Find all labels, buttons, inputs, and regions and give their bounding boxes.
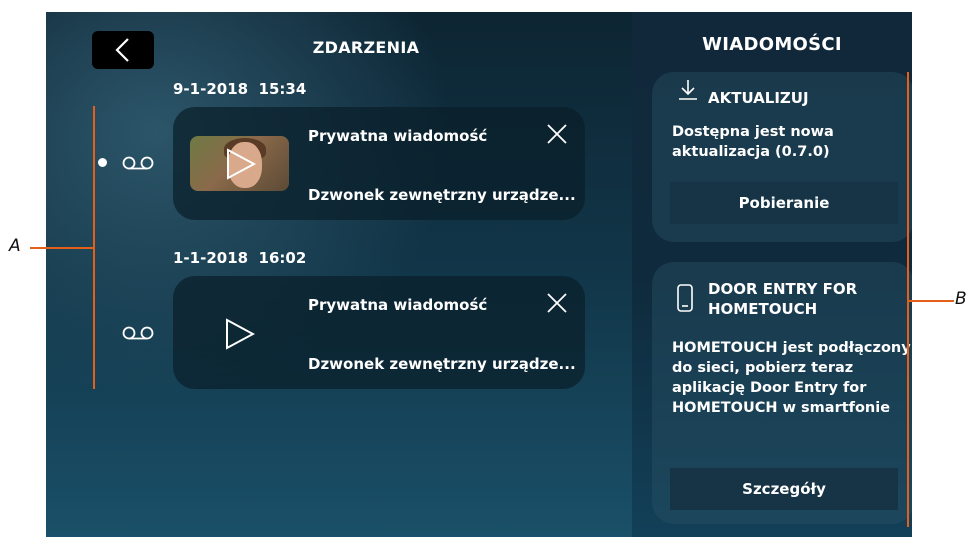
voicemail-icon [122,326,154,340]
update-title: AKTUALIZUJ [708,89,809,107]
unread-dot [98,158,107,167]
annotation-label-a: A [9,236,21,256]
event-subtitle: Dzwonek zewnętrzny urządze... [308,355,576,373]
annotation-label-b: B [955,289,967,309]
event-subtitle: Dzwonek zewnętrzny urządze... [308,186,576,204]
download-icon [679,80,697,100]
close-icon[interactable] [546,123,568,145]
messages-title: WIADOMOŚCI [702,34,842,55]
app-message-card: DOOR ENTRY FOR HOMETOUCH HOMETOUCH jest … [652,262,912,524]
voicemail-icon [122,156,154,170]
video-thumbnail [190,136,289,191]
event-title: Prywatna wiadomość [308,296,488,314]
play-icon[interactable] [225,318,255,350]
smartphone-icon [677,284,693,312]
annotation-leader-b [908,300,954,302]
back-button[interactable] [92,31,154,69]
play-icon [227,148,256,180]
annotation-leader-a [30,247,94,249]
app-body: HOMETOUCH jest podłączony do sieci, pobi… [672,340,911,416]
event-card[interactable]: Prywatna wiadomość Dzwonek zewnętrzny ur… [173,107,585,220]
event-title: Prywatna wiadomość [308,127,488,145]
update-body: Dostępna jest nowa aktualizacja (0.7.0) [672,124,834,160]
app-title: DOOR ENTRY FOR HOMETOUCH [708,280,858,318]
events-title: ZDARZENIA [312,38,420,57]
update-message-card: AKTUALIZUJ Dostępna jest nowa aktualizac… [652,72,912,242]
close-icon[interactable] [546,292,568,314]
download-button[interactable]: Pobieranie [670,182,898,224]
event-date: 1-1-2018 16:02 [173,249,307,267]
event-date: 9-1-2018 15:34 [173,80,307,98]
event-card[interactable]: Prywatna wiadomość Dzwonek zewnętrzny ur… [173,276,585,389]
device-screen: ZDARZENIA WIADOMOŚCI 9-1-2018 15:34 Pryw… [46,12,912,537]
details-button[interactable]: Szczegóły [670,468,898,510]
chevron-left-icon [115,38,129,62]
